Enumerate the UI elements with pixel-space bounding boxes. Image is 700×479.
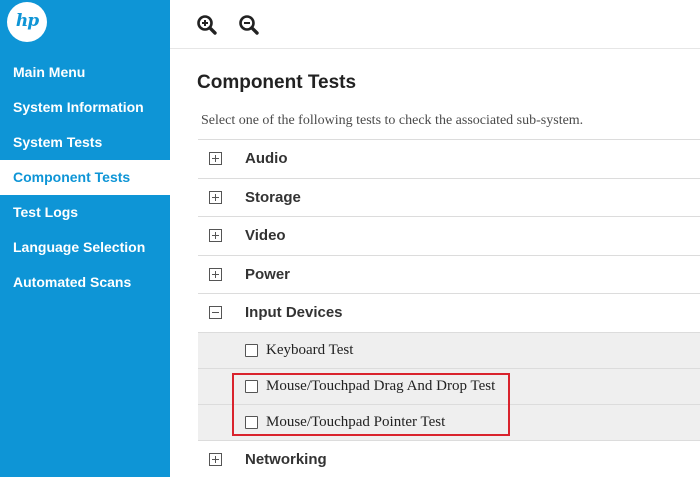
- sidebar-item-automated-scans[interactable]: Automated Scans: [0, 265, 170, 300]
- toolbar: [170, 0, 700, 49]
- category-input-devices[interactable]: Input Devices: [198, 293, 700, 332]
- test-label: Mouse/Touchpad Drag And Drop Test: [266, 377, 496, 394]
- sidebar-nav: Main Menu System Information System Test…: [0, 55, 170, 300]
- sidebar-item-system-tests[interactable]: System Tests: [0, 125, 170, 160]
- category-video[interactable]: Video: [198, 216, 700, 255]
- sidebar-item-system-information[interactable]: System Information: [0, 90, 170, 125]
- test-label: Mouse/Touchpad Pointer Test: [266, 413, 446, 430]
- expand-plus-icon: [209, 452, 222, 466]
- hp-logo: hp: [7, 2, 47, 42]
- component-tests-list: Audio Storage Video Power Input Devices …: [198, 139, 700, 478]
- expand-plus-icon: [209, 267, 222, 281]
- zoom-in-icon: [197, 15, 217, 35]
- expand-plus-icon: [209, 190, 222, 204]
- zoom-in-button[interactable]: [196, 14, 218, 36]
- category-audio[interactable]: Audio: [198, 139, 700, 178]
- page-subtitle: Select one of the following tests to che…: [201, 113, 584, 128]
- category-label: Power: [245, 265, 291, 283]
- zoom-out-button[interactable]: [238, 14, 260, 36]
- test-item-keyboard[interactable]: Keyboard Test: [198, 331, 700, 368]
- test-checkbox[interactable]: [245, 415, 258, 429]
- expand-plus-icon: [209, 152, 222, 165]
- page-title: Component Tests: [197, 72, 357, 93]
- category-storage[interactable]: Storage: [198, 177, 700, 217]
- sidebar-item-language-selection[interactable]: Language Selection: [0, 230, 170, 265]
- sidebar-item-main-menu[interactable]: Main Menu: [0, 55, 170, 90]
- category-label: Audio: [245, 150, 288, 167]
- expand-plus-icon: [209, 229, 222, 242]
- sidebar: hp Main Menu System Information System T…: [0, 0, 170, 477]
- test-item-pointer[interactable]: Mouse/Touchpad Pointer Test: [198, 403, 700, 440]
- collapse-minus-icon: [209, 306, 222, 319]
- main-content: Component Tests Select one of the follow…: [170, 0, 700, 477]
- test-checkbox[interactable]: [245, 379, 258, 393]
- sidebar-item-test-logs[interactable]: Test Logs: [0, 195, 170, 230]
- test-item-drag-and-drop[interactable]: Mouse/Touchpad Drag And Drop Test: [198, 367, 700, 404]
- category-label: Video: [245, 227, 286, 244]
- test-label: Keyboard Test: [266, 341, 354, 358]
- category-networking[interactable]: Networking: [198, 439, 700, 479]
- sidebar-item-component-tests[interactable]: Component Tests: [0, 160, 170, 195]
- category-power[interactable]: Power: [198, 254, 700, 294]
- zoom-out-icon: [239, 15, 259, 35]
- category-label: Storage: [245, 188, 301, 206]
- category-label: Networking: [245, 450, 327, 468]
- hp-logo-text: hp: [15, 11, 39, 31]
- category-label: Input Devices: [245, 304, 343, 321]
- test-checkbox[interactable]: [245, 343, 258, 357]
